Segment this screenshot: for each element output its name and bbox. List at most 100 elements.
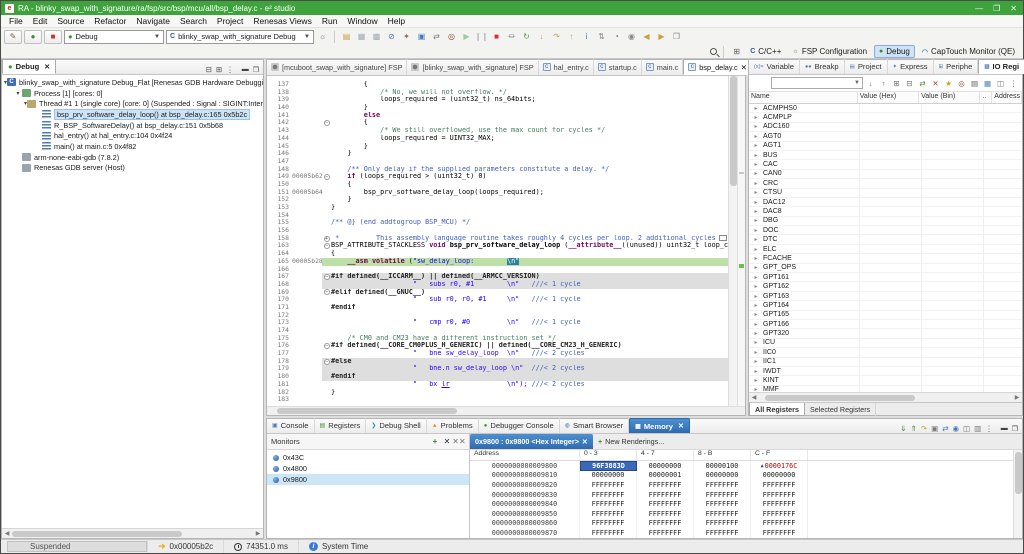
- minimize-icon[interactable]: —: [975, 4, 983, 13]
- refresh-icon[interactable]: ⇄: [917, 78, 928, 89]
- memory-address-cell[interactable]: 0000000000009820: [470, 480, 580, 490]
- step-over-icon[interactable]: ↷: [550, 30, 563, 43]
- expander-icon[interactable]: ▸: [749, 339, 763, 346]
- navigate-up-icon[interactable]: ↑: [878, 78, 889, 89]
- back-icon[interactable]: ◀: [640, 30, 653, 43]
- new-memory-view-icon[interactable]: ▣: [931, 424, 938, 433]
- fold-toggle-icon[interactable]: −: [322, 173, 331, 181]
- memory-value-cell[interactable]: 00000000: [637, 461, 694, 471]
- perspective-captouch-monitor-qe-[interactable]: ◠CapTouch Monitor (QE): [918, 46, 1019, 57]
- memory-value-cell[interactable]: FFFFFFFF: [580, 509, 637, 519]
- register-row[interactable]: ▸FCACHE: [749, 254, 1022, 263]
- column-header-address[interactable]: Address: [992, 92, 1022, 103]
- memory-value-cell[interactable]: FFFFFFFF: [637, 480, 694, 490]
- memory-monitor-item[interactable]: 0x43C: [267, 452, 469, 463]
- memory-address-cell[interactable]: 0000000000009830: [470, 490, 580, 500]
- collapse-all-icon[interactable]: ⊟: [904, 78, 915, 89]
- expander-icon[interactable]: ▸: [749, 189, 763, 196]
- scroll-right-icon[interactable]: ▶: [1012, 394, 1022, 401]
- debug-tree-row[interactable]: ▾Process [1] [cores: 0]: [2, 88, 263, 99]
- fold-toggle-icon[interactable]: −: [322, 358, 331, 366]
- view-menu-icon[interactable]: ⋮: [226, 65, 234, 74]
- view-menu-icon[interactable]: ⋮: [985, 424, 993, 433]
- maximize-view-icon[interactable]: ❐: [1012, 425, 1018, 433]
- minimize-view-icon[interactable]: ▬: [1001, 425, 1008, 433]
- add-rendering-icon[interactable]: ↷: [921, 424, 927, 433]
- close-rendering-icon[interactable]: ✕: [582, 437, 588, 446]
- export-memory-icon[interactable]: ⇑: [911, 424, 917, 433]
- perspective-fsp-configuration[interactable]: ☼FSP Configuration: [788, 46, 871, 57]
- memory-value-cell[interactable]: FFFFFFFF: [637, 528, 694, 538]
- expander-icon[interactable]: ▸: [749, 114, 763, 121]
- debug-tree-row[interactable]: ▾Thread #1 1 (single core) [core: 0] (Su…: [2, 98, 263, 109]
- open-new-window-icon[interactable]: ❐: [670, 30, 683, 43]
- editor-vscrollbar[interactable]: [728, 76, 737, 406]
- expander-icon[interactable]: ▸: [749, 255, 763, 262]
- tab-periphe[interactable]: ⊞Periphe: [934, 59, 979, 74]
- register-row[interactable]: ▸CAC: [749, 160, 1022, 169]
- close-tab-icon[interactable]: ✕: [678, 422, 684, 430]
- tab-debug-shell[interactable]: ❯Debug Shell: [366, 418, 426, 433]
- memory-value-cell[interactable]: FFFFFFFF: [637, 509, 694, 519]
- expander-icon[interactable]: ▸: [749, 358, 763, 365]
- maximize-view-icon[interactable]: ❐: [253, 66, 259, 74]
- fold-toggle-icon[interactable]: −: [322, 119, 331, 127]
- register-row[interactable]: ▸ADC160: [749, 123, 1022, 132]
- expander-icon[interactable]: ▸: [749, 377, 763, 384]
- memory-column-4[interactable]: C - F: [751, 450, 808, 460]
- tab-all-registers[interactable]: All Registers: [749, 403, 805, 416]
- register-row[interactable]: ▸GPT164: [749, 301, 1022, 310]
- expander-icon[interactable]: ▸: [749, 199, 763, 206]
- remove-all-terminated-icon[interactable]: ⊟: [206, 65, 212, 74]
- add-monitor-icon[interactable]: +: [429, 436, 441, 448]
- search-icon[interactable]: [710, 48, 717, 55]
- menu-search[interactable]: Search: [175, 16, 212, 26]
- tab-memory[interactable]: ▦Memory✕: [629, 418, 690, 433]
- menu-help[interactable]: Help: [383, 16, 410, 26]
- pin-memory-icon[interactable]: ◉: [952, 424, 959, 433]
- tab-problems[interactable]: ▲Problems: [427, 418, 479, 433]
- register-row[interactable]: ▸AGT1: [749, 142, 1022, 151]
- tab-io-regi[interactable]: ▥IO Regi✕: [978, 59, 1024, 74]
- memory-value-cell[interactable]: FFFFFFFF: [637, 490, 694, 500]
- column-header-name[interactable]: Name: [749, 92, 858, 103]
- terminate-icon[interactable]: ■: [490, 30, 503, 43]
- expand-all-icon[interactable]: ⊞: [891, 78, 902, 89]
- expander-icon[interactable]: ▸: [749, 236, 763, 243]
- memory-value-cell[interactable]: FFFFFFFF: [694, 519, 751, 529]
- memory-column-1[interactable]: 0 - 3: [580, 450, 637, 460]
- toggle-split-icon[interactable]: ▥: [974, 424, 981, 433]
- memory-value-cell[interactable]: FFFFFFFF: [694, 528, 751, 538]
- step-into-icon[interactable]: ↓: [535, 30, 548, 43]
- memory-value-cell[interactable]: FFFFFFFF: [637, 499, 694, 509]
- register-row[interactable]: ▸GPT163: [749, 292, 1022, 301]
- new-wizard-icon[interactable]: ▤: [340, 30, 353, 43]
- tab-registers[interactable]: ▤Registers: [315, 418, 367, 433]
- memory-value-cell[interactable]: 00000000: [580, 471, 637, 481]
- remove-icon[interactable]: ✕: [930, 78, 941, 89]
- menu-window[interactable]: Window: [342, 16, 382, 26]
- open-perspective-icon[interactable]: ⊞: [730, 45, 743, 58]
- find-icon[interactable]: ◎: [956, 78, 967, 89]
- expander-icon[interactable]: ▸: [749, 311, 763, 318]
- memory-value-cell[interactable]: FFFFFFFF: [580, 490, 637, 500]
- view-menu-icon[interactable]: ⋮: [1008, 78, 1019, 89]
- register-row[interactable]: ▸IIC1: [749, 358, 1022, 367]
- debug-tree-row[interactable]: arm-none-eabi-gdb (7.8.2): [2, 152, 263, 163]
- remove-monitor-icon[interactable]: ✕: [441, 436, 453, 448]
- expander-icon[interactable]: ▸: [749, 105, 763, 112]
- remove-all-monitors-icon[interactable]: ✕✕: [453, 436, 465, 448]
- expander-icon[interactable]: ▸: [749, 283, 763, 290]
- register-row[interactable]: ▸ICU: [749, 339, 1022, 348]
- code-editor[interactable]: 137 {138 /* No, we will not overflow. */…: [267, 76, 728, 406]
- memory-monitor-item[interactable]: 0x4800: [267, 463, 469, 474]
- restart-icon[interactable]: ↻: [520, 30, 533, 43]
- memory-value-cell[interactable]: FFFFFFFF: [580, 519, 637, 529]
- expander-icon[interactable]: ▸: [749, 330, 763, 337]
- expander-icon[interactable]: ▸: [749, 302, 763, 309]
- expander-icon[interactable]: ▸: [749, 293, 763, 300]
- menu-renesas-views[interactable]: Renesas Views: [248, 16, 316, 26]
- memory-address-cell[interactable]: 0000000000009850: [470, 509, 580, 519]
- import-memory-icon[interactable]: ⇓: [900, 424, 906, 433]
- fold-toggle-icon[interactable]: −: [322, 342, 331, 350]
